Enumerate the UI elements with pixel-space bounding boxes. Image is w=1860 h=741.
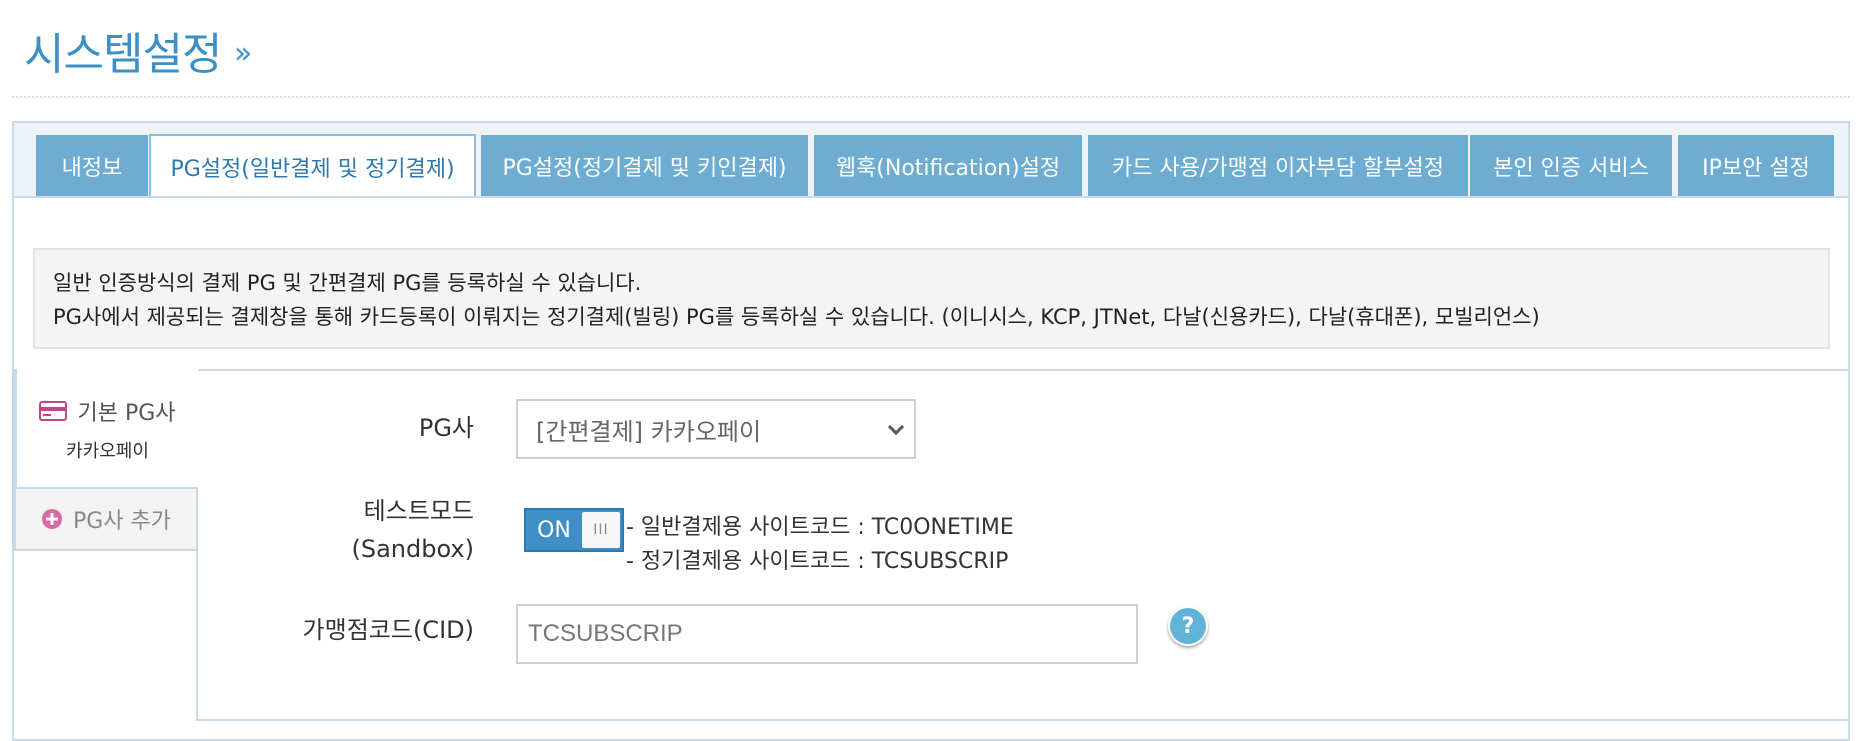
- info-line-1: 일반 인증방식의 결제 PG 및 간편결제 PG를 등록하실 수 있습니다.: [53, 271, 642, 295]
- general-site-code-note: - 일반결제용 사이트코드 : TC0ONETIME: [626, 515, 1014, 540]
- toggle-knob[interactable]: III: [582, 512, 620, 548]
- help-icon[interactable]: ?: [1168, 606, 1208, 646]
- info-line-2: PG사에서 제공되는 결제창을 통해 카드등록이 이뤄지는 정기결제(빌링) P…: [53, 305, 1540, 329]
- pg-label: PG사: [418, 414, 474, 442]
- testmode-label-line1: 테스트모드: [363, 497, 474, 525]
- credit-card-icon: [39, 401, 68, 421]
- chevron-down-icon: [887, 424, 905, 436]
- info-box: 일반 인증방식의 결제 PG 및 간편결제 PG를 등록하실 수 있습니다. P…: [33, 248, 1830, 349]
- tab-identity-verification[interactable]: 본인 인증 서비스: [1470, 135, 1672, 197]
- add-pg-label: PG사 추가: [72, 509, 172, 534]
- breadcrumb-arrow-icon: »: [234, 36, 253, 71]
- title-divider: [12, 96, 1850, 98]
- sidebar-item-label: 기본 PG사: [77, 401, 176, 426]
- tab-pg-general[interactable]: PG설정(일반결제 및 정기결제): [149, 134, 476, 198]
- testmode-label: 테스트모드 (Sandbox): [300, 492, 475, 568]
- sidebar-item-default-pg[interactable]: 기본 PG사 카카오페이: [14, 369, 198, 487]
- tab-card-installment[interactable]: 카드 사용/가맹점 이자부담 할부설정: [1088, 135, 1468, 197]
- cid-input[interactable]: [516, 604, 1138, 664]
- tab-my-info[interactable]: 내정보: [36, 135, 148, 197]
- tab-ip-security[interactable]: IP보안 설정: [1678, 135, 1834, 197]
- tab-webhook[interactable]: 웹훅(Notification)설정: [814, 135, 1082, 197]
- tab-pg-recurring[interactable]: PG설정(정기결제 및 키인결제): [481, 135, 808, 197]
- testmode-label-line2: (Sandbox): [351, 535, 475, 563]
- recurring-site-code-note: - 정기결제용 사이트코드 : TCSUBSCRIP: [626, 549, 1009, 574]
- cid-label: 가맹점코드(CID): [302, 616, 474, 644]
- tab-content-border: [12, 196, 1850, 198]
- default-pg-value: 카카오페이: [66, 441, 149, 462]
- add-pg-button[interactable]: PG사 추가: [14, 487, 198, 551]
- pg-select[interactable]: [간편결제] 카카오페이: [516, 399, 916, 459]
- toggle-on-label: ON: [537, 517, 571, 543]
- plus-circle-icon: [41, 509, 62, 529]
- sandbox-toggle[interactable]: ON III: [524, 508, 624, 552]
- page-title: 시스템설정: [24, 29, 222, 80]
- pg-select-value: [간편결제] 카카오페이: [536, 417, 762, 446]
